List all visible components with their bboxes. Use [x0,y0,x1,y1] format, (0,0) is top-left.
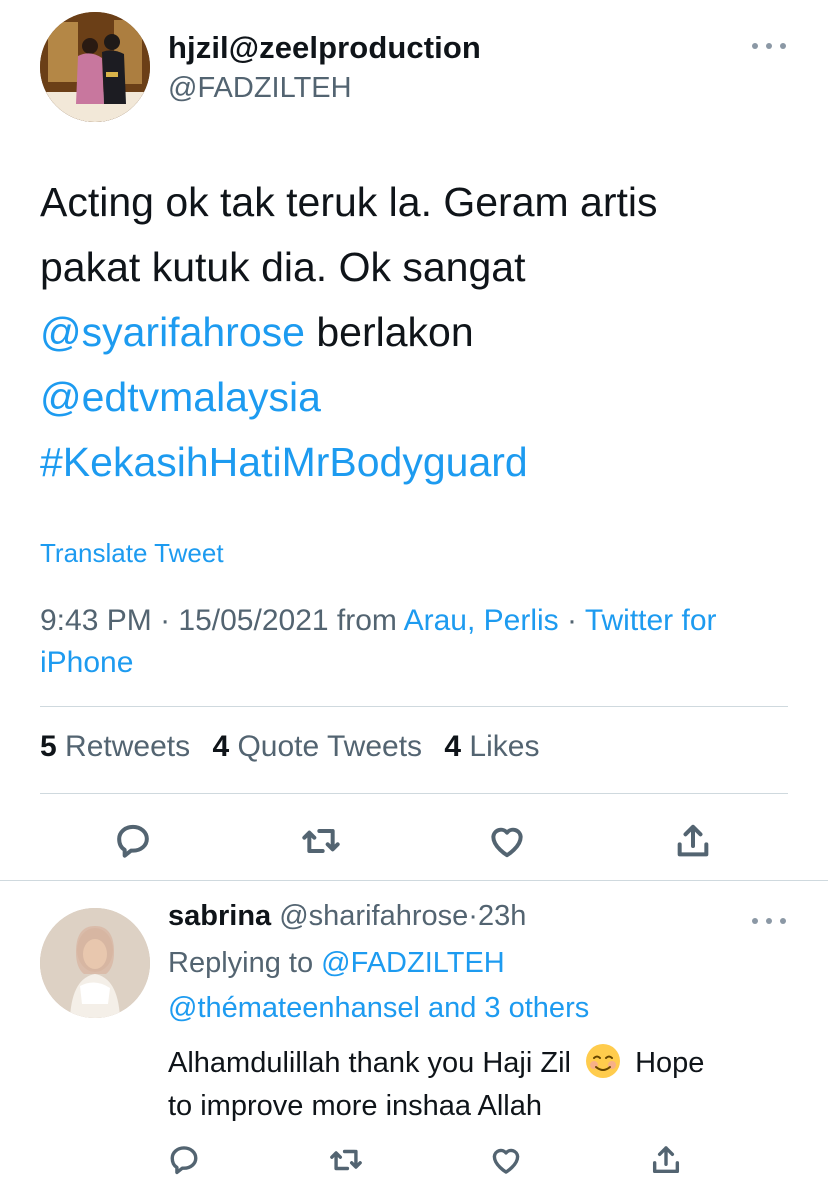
quote-tweets-count: 4 [212,730,230,763]
reply-text: Alhamdulillah thank you Haji Zil Hope to… [168,1042,788,1128]
reply-header: sabrina @sharifahrose·23h [168,900,526,933]
tweet-date[interactable]: 15/05/2021 [178,604,328,637]
mention-link-edtvmalaysia[interactable]: @edtvmalaysia [40,374,321,420]
author-handle[interactable]: @FADZILTEH [168,72,352,105]
more-options-icon[interactable] [752,911,786,931]
divider [40,793,788,794]
reply-text-segment: Alhamdulillah thank you Haji Zil [168,1047,571,1079]
smiling-face-emoji-icon [586,1044,621,1078]
retweets-label: Retweets [65,730,191,763]
tweet-text-segment: Acting ok tak teruk la. Geram artis [40,179,658,225]
reply-like-button[interactable] [484,1140,528,1180]
retweet-icon [330,1149,362,1171]
reply-reply-button[interactable] [162,1140,206,1180]
author-display-name[interactable]: hjzil@zeelproduction [168,30,481,66]
section-divider [0,880,828,881]
retweets-stat[interactable]: 5 Retweets [40,730,190,763]
reply-text-segment: Hope [635,1047,705,1079]
mention-link-syarifahrose[interactable]: @syarifahrose [40,309,305,355]
share-icon [677,824,709,857]
reply-icon [117,824,149,858]
translate-tweet-link[interactable]: Translate Tweet [40,538,224,569]
replying-to-handle-link[interactable]: @FADZILTEH [321,947,505,979]
reply-text-segment: to improve more inshaa Allah [168,1090,542,1122]
tweet-line: #KekasihHatiMrBodyguard [40,430,800,495]
source-line-1: Twitter for [584,604,717,637]
reply-author-avatar[interactable] [40,908,150,1018]
replying-to-others-link[interactable]: @thémateenhansel and 3 others [168,992,589,1025]
like-button[interactable] [482,818,532,864]
separator-dot: · [567,604,578,637]
from-label: from [336,604,397,637]
tweet-location-link[interactable]: Arau, Perlis [404,604,559,637]
share-button[interactable] [668,818,718,864]
share-icon [652,1146,680,1174]
engagement-stats: 5 Retweets 4 Quote Tweets 4 Likes [40,730,553,764]
divider [40,706,788,707]
quote-tweets-label: Quote Tweets [237,730,423,763]
separator-dot: · [160,604,171,637]
likes-count: 4 [444,730,462,763]
tweet-line: @edtvmalaysia [40,365,800,430]
reply-display-name[interactable]: sabrina [168,900,271,932]
tweet-line: Acting ok tak teruk la. Geram artis [40,170,800,235]
reply-share-button[interactable] [644,1140,688,1180]
retweets-count: 5 [40,730,57,763]
like-icon [492,1148,520,1174]
tweet-text: Acting ok tak teruk la. Geram artis paka… [40,170,800,495]
replying-to-label: Replying to [168,947,314,979]
like-icon [491,827,523,858]
retweet-icon [302,829,340,853]
reply-icon [170,1146,198,1175]
reply-button[interactable] [108,818,158,864]
separator-dot: · [468,900,478,932]
replying-to-line: Replying to @FADZILTEH [168,947,505,980]
tweet-line: @syarifahrose berlakon [40,300,800,365]
likes-label: Likes [469,730,540,763]
tweet-line: pakat kutuk dia. Ok sangat [40,235,800,300]
reply-age[interactable]: 23h [478,900,526,932]
quote-tweets-stat[interactable]: 4 Quote Tweets [212,730,422,763]
tweet-metadata: 9:43 PM · 15/05/2021 from Arau, Perlis ·… [40,600,800,684]
retweet-button[interactable] [296,818,346,864]
reply-handle[interactable]: @sharifahrose [279,900,468,932]
reply-retweet-button[interactable] [324,1140,368,1180]
more-options-icon[interactable] [752,36,786,56]
tweet-text-segment: berlakon [304,309,474,355]
author-avatar[interactable] [40,12,150,122]
hashtag-link[interactable]: #KekasihHatiMrBodyguard [40,439,528,485]
likes-stat[interactable]: 4 Likes [444,730,539,763]
tweet-time[interactable]: 9:43 PM [40,604,152,637]
tweet-text-segment: pakat kutuk dia. Ok sangat [40,244,526,290]
source-line-2: iPhone [40,646,134,679]
